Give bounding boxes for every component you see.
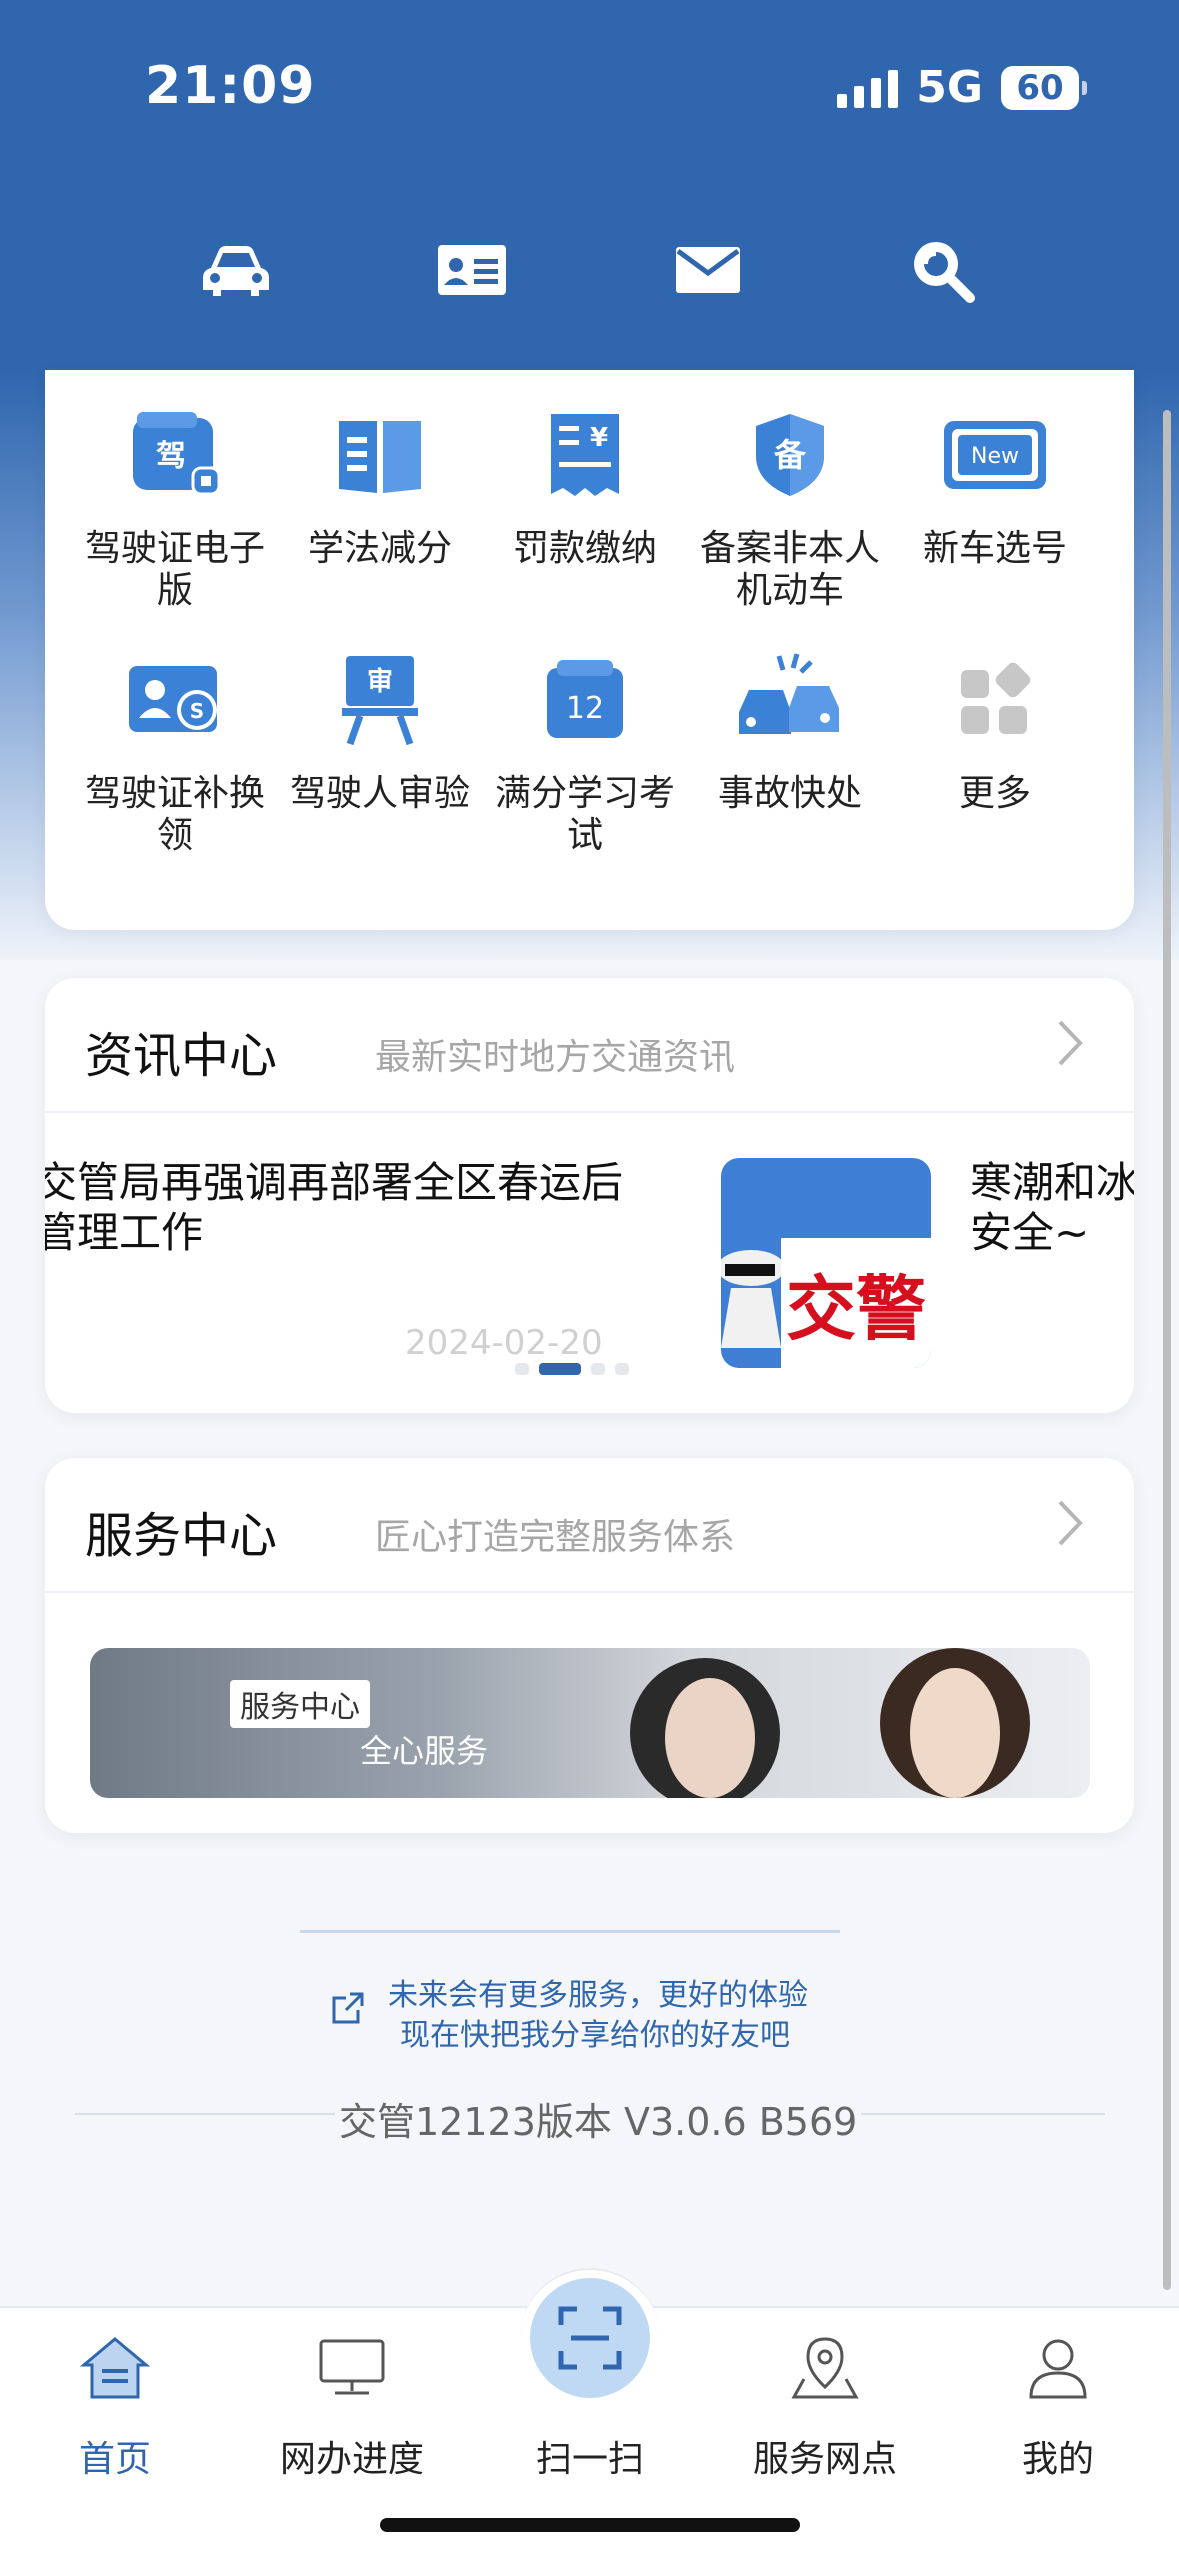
news-date: 2024-02-20 xyxy=(405,1323,603,1363)
tab-me[interactable]: 我的 xyxy=(968,2328,1148,2482)
status-time: 21:09 xyxy=(145,56,316,116)
svg-text:驾: 驾 xyxy=(156,439,186,474)
svg-text:审: 审 xyxy=(367,666,393,697)
shield-icon: 备 xyxy=(730,400,850,510)
svg-text:S: S xyxy=(190,699,204,723)
banner-text: 全心服务 xyxy=(360,1732,489,1770)
svg-text:¥: ¥ xyxy=(590,423,608,453)
review-icon: 审 xyxy=(320,645,440,755)
tab-label: 网办进度 xyxy=(279,2439,424,2480)
grid-item-license[interactable]: 驾 驾驶证电子版 xyxy=(75,400,275,612)
chevron-right-icon[interactable] xyxy=(1054,1018,1084,1072)
grid-label: 学法减分 xyxy=(307,528,452,569)
tab-service-points[interactable]: 服务网点 xyxy=(735,2328,915,2482)
status-indicators: 5G 60 xyxy=(837,62,1087,113)
license-renew-icon: S xyxy=(115,645,235,755)
service-header[interactable]: 服务中心 匠心打造完整服务体系 xyxy=(45,1458,1134,1593)
home-indicator xyxy=(380,2518,800,2532)
traffic-police-badge: 交警 xyxy=(781,1238,931,1368)
chevron-right-icon[interactable] xyxy=(1054,1498,1084,1552)
grid-item-new-plate[interactable]: New 新车选号 xyxy=(895,400,1095,570)
tab-label: 扫一扫 xyxy=(535,2439,644,2480)
grid-label: 满分学习考试 xyxy=(494,773,675,856)
news-header[interactable]: 资讯中心 最新实时地方交通资讯 xyxy=(45,978,1134,1113)
version-text: 交管12123版本 V3.0.6 B569 xyxy=(335,2091,862,2146)
grid-item-study[interactable]: 学法减分 xyxy=(280,400,480,570)
grid-item-review[interactable]: 审 驾驶人审验 xyxy=(280,645,480,815)
grid-label: 事故快处 xyxy=(717,773,862,814)
header: 21:09 5G 60 xyxy=(0,0,1179,370)
scan-icon[interactable] xyxy=(530,2278,650,2398)
grid-label: 更多 xyxy=(958,773,1031,814)
grid-label: 新车选号 xyxy=(922,528,1067,569)
tab-scan[interactable]: 扫一扫 xyxy=(500,2428,680,2482)
location-icon xyxy=(785,2328,865,2408)
tab-progress[interactable]: 网办进度 xyxy=(262,2328,442,2482)
monitor-icon xyxy=(312,2328,392,2408)
user-icon xyxy=(1018,2328,1098,2408)
network-label: 5G xyxy=(916,62,983,113)
svg-text:备: 备 xyxy=(774,436,807,474)
share-area[interactable]: 未来会有更多服务，更好的体验 现在快把我分享给你的好友吧 xyxy=(0,1920,1179,2053)
share-line-2: 现在快把我分享给你的好友吧 xyxy=(400,2018,790,2053)
grid-label: 罚款缴纳 xyxy=(512,528,657,569)
book-icon xyxy=(320,400,440,510)
divider xyxy=(300,1930,840,1933)
grid-item-accident[interactable]: 事故快处 xyxy=(690,645,890,815)
battery-icon: 60 xyxy=(1001,65,1087,110)
news-thumbnail[interactable]: 交警 xyxy=(721,1158,931,1368)
grid-item-full-score[interactable]: 12 满分学习考试 xyxy=(485,645,685,857)
service-title: 服务中心 xyxy=(85,1508,278,1564)
fine-receipt-icon: ¥ xyxy=(525,400,645,510)
share-line-1: 未来会有更多服务，更好的体验 xyxy=(388,1978,808,2013)
home-icon xyxy=(75,2328,155,2408)
svg-text:12: 12 xyxy=(566,691,604,726)
grid-label: 驾驶证电子版 xyxy=(84,528,265,611)
share-icon xyxy=(332,1992,364,2024)
service-card: 服务中心 匠心打造完整服务体系 服务中心 全心服务 xyxy=(45,1458,1134,1833)
news-card: 资讯中心 最新实时地方交通资讯 交管局再强调再部署全区春运后 管理工作 2024… xyxy=(45,978,1134,1413)
license-icon: 驾 xyxy=(115,400,235,510)
grid-item-license-renew[interactable]: S 驾驶证补换领 xyxy=(75,645,275,857)
tab-home[interactable]: 首页 xyxy=(25,2328,205,2482)
grid-label: 备案非本人机动车 xyxy=(699,528,880,611)
accident-icon xyxy=(730,645,850,755)
new-plate-icon: New xyxy=(935,400,1055,510)
grid-item-register[interactable]: 备 备案非本人机动车 xyxy=(690,400,890,612)
grid-item-more[interactable]: 更多 xyxy=(895,645,1095,815)
tab-label: 首页 xyxy=(78,2439,151,2480)
tab-label: 我的 xyxy=(1021,2439,1094,2480)
grid-label: 驾驶证补换领 xyxy=(84,773,265,856)
news-headline[interactable]: 交管局再强调再部署全区春运后 管理工作 xyxy=(45,1158,623,1258)
signal-icon xyxy=(837,68,899,108)
news-subtitle: 最新实时地方交通资讯 xyxy=(375,1037,736,1078)
service-banner[interactable]: 服务中心 全心服务 xyxy=(90,1648,1090,1798)
search-icon[interactable] xyxy=(902,230,982,310)
news-next-headline[interactable]: 寒潮和冰 安全~ xyxy=(970,1158,1134,1258)
mail-icon[interactable] xyxy=(668,230,748,310)
news-title: 资讯中心 xyxy=(85,1028,278,1084)
car-icon[interactable] xyxy=(196,230,276,310)
banner-tag: 服务中心 xyxy=(230,1680,370,1728)
more-grid-icon xyxy=(935,645,1055,755)
tab-label: 服务网点 xyxy=(752,2439,897,2480)
service-subtitle: 匠心打造完整服务体系 xyxy=(375,1517,736,1558)
service-grid: 驾 驾驶证电子版 学法减分 ¥ 罚款缴纳 备 备案非本人机动车 New 新车选号… xyxy=(45,370,1134,930)
carousel-dots xyxy=(515,1363,629,1375)
version-info: 交管12123版本 V3.0.6 B569 xyxy=(0,2085,1179,2146)
grid-label: 驾驶人审验 xyxy=(289,773,470,814)
id-card-icon[interactable] xyxy=(432,230,512,310)
grid-item-fine[interactable]: ¥ 罚款缴纳 xyxy=(485,400,685,570)
calendar-12-icon: 12 xyxy=(525,645,645,755)
scrollbar[interactable] xyxy=(1163,410,1171,2290)
svg-text:New: New xyxy=(971,444,1019,469)
